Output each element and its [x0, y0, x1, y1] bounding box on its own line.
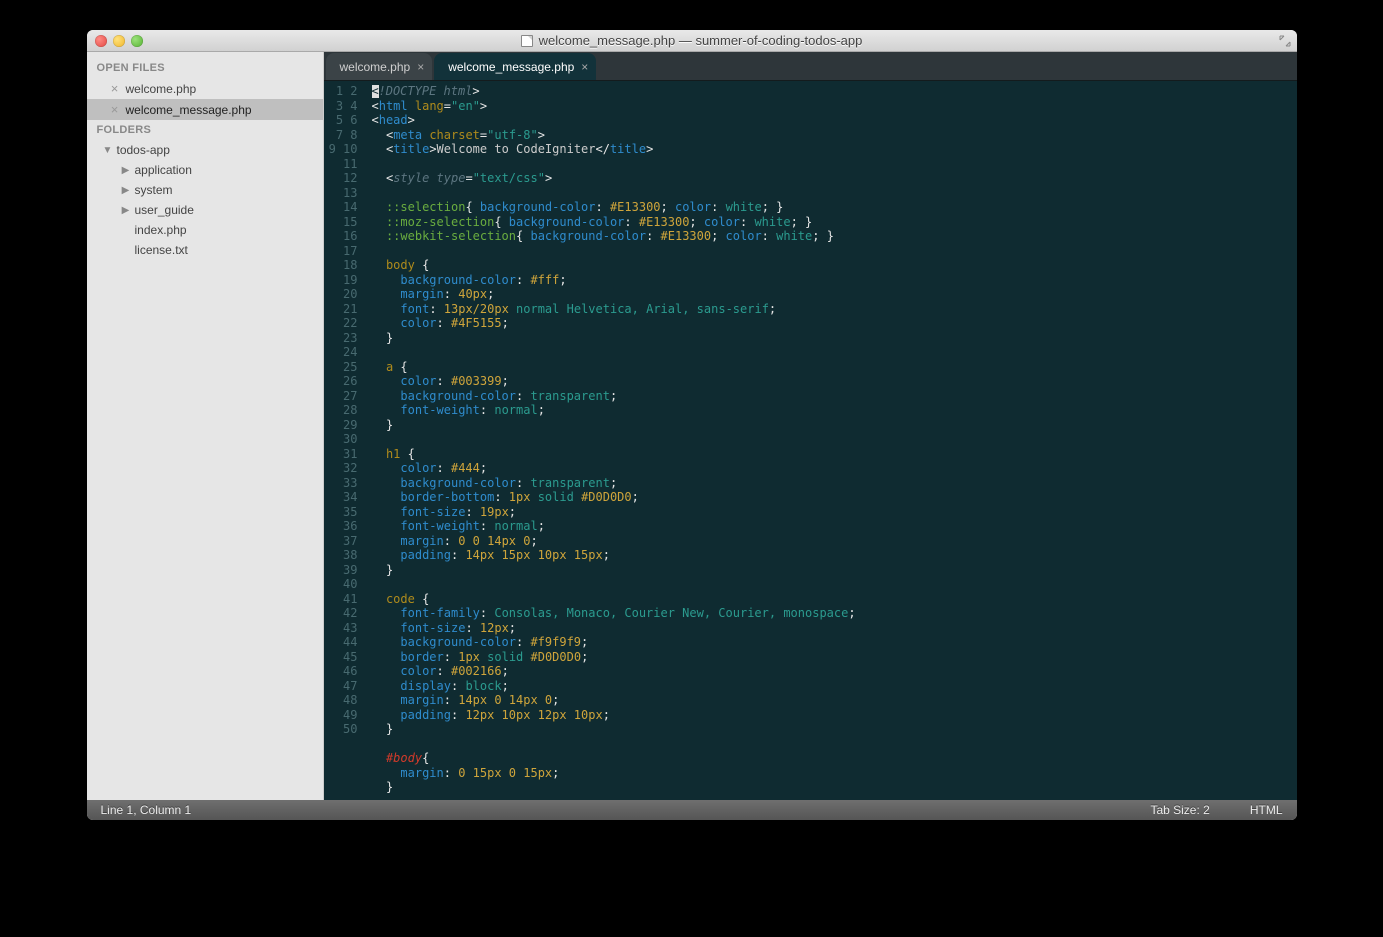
code-content[interactable]: <!DOCTYPE html> <html lang="en"> <head> …	[366, 81, 1297, 800]
syntax-mode[interactable]: HTML	[1250, 803, 1283, 817]
chevron-right-icon: ▶	[121, 165, 131, 176]
chevron-right-icon: ▶	[121, 185, 131, 196]
line-gutter: 1 2 3 4 5 6 7 8 9 10 11 12 13 14 15 16 1…	[324, 81, 366, 800]
tab-size[interactable]: Tab Size: 2	[1150, 803, 1209, 817]
item-label: application	[135, 163, 192, 177]
title-text: welcome_message.php — summer-of-coding-t…	[539, 33, 863, 48]
window-title: welcome_message.php — summer-of-coding-t…	[87, 33, 1297, 48]
document-icon	[521, 35, 533, 47]
close-icon[interactable]: ×	[417, 60, 424, 74]
status-bar: Line 1, Column 1 Tab Size: 2 HTML	[87, 800, 1297, 820]
open-files-header: OPEN FILES	[87, 58, 323, 78]
cursor-position[interactable]: Line 1, Column 1	[101, 803, 192, 817]
close-icon[interactable]	[95, 35, 107, 47]
open-file-item[interactable]: × welcome.php	[87, 78, 323, 99]
folder-item[interactable]: ▶ user_guide	[87, 200, 323, 220]
item-label: index.php	[135, 223, 187, 237]
folder-item[interactable]: ▶ application	[87, 160, 323, 180]
tab-bar: welcome.php × welcome_message.php ×	[324, 52, 1297, 81]
file-item[interactable]: index.php	[87, 220, 323, 240]
titlebar[interactable]: welcome_message.php — summer-of-coding-t…	[87, 30, 1297, 52]
folder-root[interactable]: ▼ todos-app	[87, 140, 323, 160]
editor-area: welcome.php × welcome_message.php × 1 2 3 4…	[324, 52, 1297, 800]
minimize-icon[interactable]	[113, 35, 125, 47]
expand-icon[interactable]	[1279, 35, 1291, 47]
item-label: system	[135, 183, 173, 197]
folder-item[interactable]: ▶ system	[87, 180, 323, 200]
file-name: welcome_message.php	[126, 103, 252, 117]
code-editor[interactable]: 1 2 3 4 5 6 7 8 9 10 11 12 13 14 15 16 1…	[324, 81, 1297, 800]
editor-tab[interactable]: welcome_message.php ×	[434, 53, 596, 80]
chevron-down-icon: ▼	[103, 145, 113, 156]
editor-tab[interactable]: welcome.php ×	[326, 53, 433, 80]
window-controls	[95, 35, 143, 47]
item-label: license.txt	[135, 243, 188, 257]
folder-label: todos-app	[117, 143, 170, 157]
sidebar: OPEN FILES × welcome.php × welcome_message.…	[87, 52, 324, 800]
close-icon[interactable]: ×	[581, 60, 588, 74]
maximize-icon[interactable]	[131, 35, 143, 47]
close-icon[interactable]: ×	[109, 102, 121, 117]
close-icon[interactable]: ×	[109, 81, 121, 96]
file-name: welcome.php	[126, 82, 197, 96]
item-label: user_guide	[135, 203, 194, 217]
file-item[interactable]: license.txt	[87, 240, 323, 260]
folders-header: FOLDERS	[87, 120, 323, 140]
editor-window: welcome_message.php — summer-of-coding-t…	[87, 30, 1297, 820]
tab-label: welcome_message.php	[448, 60, 574, 74]
chevron-right-icon: ▶	[121, 205, 131, 216]
tab-label: welcome.php	[340, 60, 411, 74]
main-area: OPEN FILES ×welcome.php×welcome_message.…	[87, 52, 1297, 800]
open-file-item[interactable]: × welcome_message.php	[87, 99, 323, 120]
